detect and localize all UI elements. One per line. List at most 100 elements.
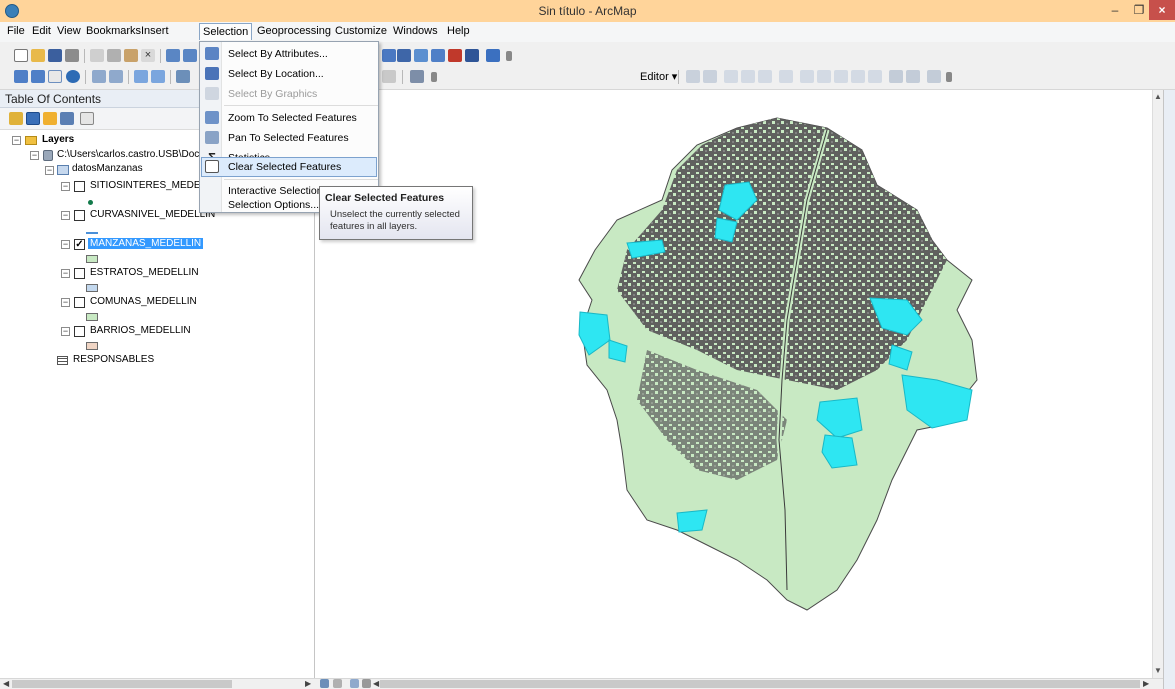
point-symbol[interactable] (88, 200, 93, 205)
zoom-in-icon[interactable] (14, 70, 28, 83)
table-responsables[interactable]: RESPONSABLES (73, 354, 154, 365)
fixed-zoom-out-icon[interactable] (109, 70, 123, 83)
toc-horizontal-scrollbar-thumb[interactable] (12, 680, 232, 688)
fill-symbol[interactable] (86, 313, 98, 321)
fill-symbol[interactable] (86, 342, 98, 350)
minimize-button[interactable]: – (1102, 0, 1128, 20)
feature-dataset-name[interactable]: datosManzanas (72, 163, 143, 174)
menu-selection[interactable]: Selection (199, 23, 253, 40)
collapse-icon[interactable]: − (61, 327, 70, 336)
fill-symbol[interactable] (86, 255, 98, 263)
editor-toolbar-icon[interactable] (382, 49, 396, 62)
menu-select-by-attributes[interactable]: Select By Attributes... (201, 44, 377, 64)
toolbar-overflow-icon[interactable] (946, 72, 952, 82)
list-by-selection-icon[interactable] (60, 112, 74, 125)
endpoint-arc-icon[interactable] (741, 70, 755, 83)
layer-manzanas[interactable]: MANZANAS_MEDELLIN (88, 238, 204, 249)
workspace-path[interactable]: C:\Users\carlos.castro.USB\Docu (57, 149, 205, 160)
layout-view-icon[interactable] (410, 70, 424, 83)
map-scroll-right-icon[interactable]: ▶ (1143, 679, 1149, 688)
select-features-icon[interactable] (176, 70, 190, 83)
forward-extent-icon[interactable] (151, 70, 165, 83)
back-extent-icon[interactable] (134, 70, 148, 83)
layer-curvasnivel[interactable]: CURVASNIVEL_MEDELLIN (90, 209, 215, 220)
layer-estratos[interactable]: ESTRATOS_MEDELLIN (90, 267, 199, 278)
python-window-icon[interactable] (465, 49, 479, 62)
collapse-icon[interactable]: − (61, 269, 70, 278)
menu-windows[interactable]: Windows (393, 25, 438, 37)
split-tool-icon[interactable] (834, 70, 848, 83)
reshape-feature-icon[interactable] (800, 70, 814, 83)
catalog-icon[interactable] (414, 49, 428, 62)
map-scroll-left-icon[interactable]: ◀ (373, 679, 379, 688)
scroll-down-icon[interactable]: ▼ (1154, 666, 1162, 675)
medellin-map[interactable] (317, 90, 1163, 678)
paste-icon[interactable] (124, 49, 138, 62)
menu-geoprocessing[interactable]: Geoprocessing (257, 25, 331, 37)
line-symbol[interactable] (86, 232, 98, 234)
layer-visibility-checkbox[interactable] (74, 210, 85, 221)
collapse-icon[interactable]: − (12, 136, 21, 145)
collapse-icon[interactable]: − (61, 211, 70, 220)
collapse-icon[interactable]: − (61, 182, 70, 191)
list-by-drawing-order-icon[interactable] (9, 112, 23, 125)
full-extent-icon[interactable] (66, 70, 80, 83)
toc-scroll-left-icon[interactable]: ◀ (3, 679, 9, 688)
arctoolbox-icon[interactable] (448, 49, 462, 62)
sketch-properties-icon[interactable] (868, 70, 882, 83)
trace-icon[interactable] (758, 70, 772, 83)
editor-options-icon[interactable] (927, 70, 941, 83)
delete-icon[interactable]: × (141, 49, 155, 62)
layer-visibility-checkbox[interactable]: ✓ (74, 239, 85, 250)
layer-visibility-checkbox[interactable] (74, 181, 85, 192)
menu-insert[interactable]: Insert (141, 25, 169, 37)
fixed-zoom-in-icon[interactable] (92, 70, 106, 83)
list-by-source-icon[interactable] (26, 112, 40, 125)
list-by-visibility-icon[interactable] (43, 112, 57, 125)
menu-view[interactable]: View (57, 25, 81, 37)
table-of-contents-icon[interactable] (397, 49, 411, 62)
collapse-icon[interactable]: − (45, 166, 54, 175)
save-icon[interactable] (48, 49, 62, 62)
menu-select-by-location[interactable]: Select By Location... (201, 64, 377, 84)
toolbar-overflow-icon[interactable] (506, 51, 512, 61)
scroll-up-icon[interactable]: ▲ (1154, 92, 1162, 101)
fill-symbol[interactable] (86, 284, 98, 292)
pause-drawing-icon[interactable] (362, 679, 371, 688)
modelbuilder-icon[interactable] (486, 49, 500, 62)
menu-bookmarks[interactable]: Bookmarks (86, 25, 141, 37)
collapse-icon[interactable]: − (61, 240, 70, 249)
edit-tool-icon[interactable] (686, 70, 700, 83)
editor-menu[interactable]: Editor ▾ (640, 70, 677, 83)
layers-root[interactable]: Layers (42, 134, 74, 145)
edit-vertices-icon[interactable] (779, 70, 793, 83)
options-icon[interactable] (80, 112, 94, 125)
refresh-icon[interactable] (350, 679, 359, 688)
cut-polygons-icon[interactable] (817, 70, 831, 83)
redo-icon[interactable] (183, 49, 197, 62)
map-horizontal-scrollbar-thumb[interactable] (380, 680, 1140, 688)
layer-visibility-checkbox[interactable] (74, 297, 85, 308)
layer-comunas[interactable]: COMUNAS_MEDELLIN (90, 296, 197, 307)
menu-help[interactable]: Help (447, 25, 470, 37)
create-features-icon[interactable] (906, 70, 920, 83)
zoom-out-icon[interactable] (31, 70, 45, 83)
layer-visibility-checkbox[interactable] (74, 268, 85, 279)
menu-file[interactable]: File (7, 25, 25, 37)
cut-icon[interactable] (90, 49, 104, 62)
attributes-icon[interactable] (889, 70, 903, 83)
menu-pan-to-selected[interactable]: Pan To Selected Features (201, 128, 377, 148)
menu-zoom-to-selected[interactable]: Zoom To Selected Features (201, 108, 377, 128)
collapse-icon[interactable]: − (30, 151, 39, 160)
menu-edit[interactable]: Edit (32, 25, 51, 37)
map-display[interactable] (317, 90, 1163, 678)
data-view-icon[interactable] (320, 679, 329, 688)
open-folder-icon[interactable] (31, 49, 45, 62)
toolbar-overflow-icon[interactable] (431, 72, 437, 82)
toc-scroll-right-icon[interactable]: ▶ (305, 679, 311, 688)
straight-segment-icon[interactable] (724, 70, 738, 83)
map-vertical-scrollbar[interactable]: ▲ ▼ (1152, 90, 1163, 678)
rotate-icon[interactable] (851, 70, 865, 83)
menu-customize[interactable]: Customize (335, 25, 387, 37)
menu-clear-selected-features[interactable]: Clear Selected Features (201, 157, 377, 177)
